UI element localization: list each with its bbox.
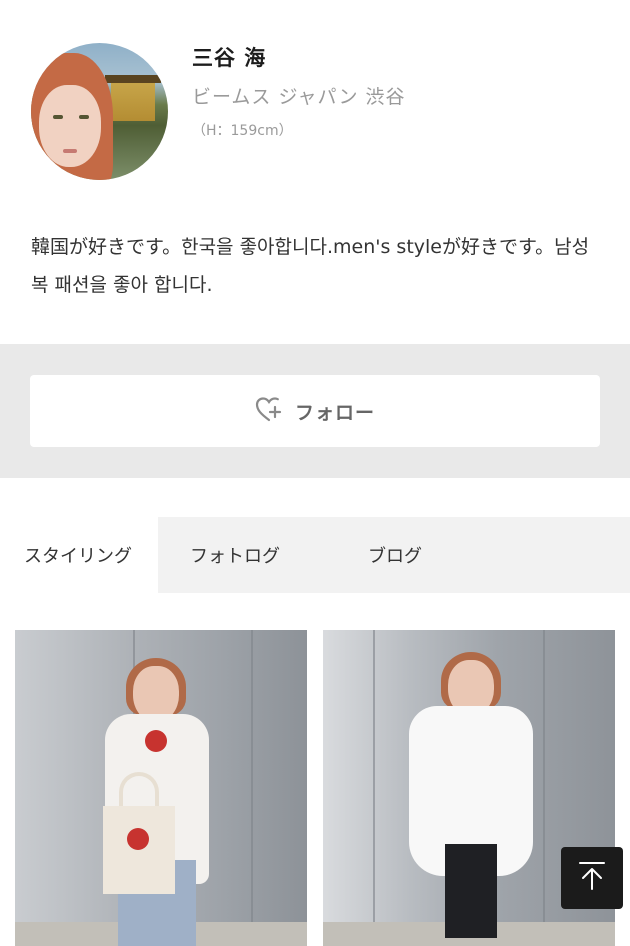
wall-seam — [543, 630, 545, 946]
shop-name[interactable]: ビームス ジャパン 渋谷 — [192, 82, 406, 109]
avatar[interactable] — [31, 43, 168, 180]
beams-logo-mark — [145, 730, 167, 752]
avatar-face — [39, 85, 101, 167]
model-pants — [445, 844, 497, 938]
follow-button[interactable]: フォロー — [30, 375, 600, 447]
avatar-background-temple — [105, 75, 161, 121]
staff-height: （H：159cm） — [192, 123, 293, 139]
tote-bag — [103, 806, 175, 894]
arrow-up-to-top-icon — [575, 859, 609, 897]
profile-bio: 韓国が好きです。한국을 좋아합니다.men's styleが好きです。남성복 패… — [31, 236, 590, 296]
staff-name: 三谷 海 — [192, 46, 267, 70]
content-tabs: スタイリング フォトログ ブログ — [0, 517, 630, 593]
tab-styling[interactable]: スタイリング — [0, 517, 158, 593]
avatar-eye-right — [79, 115, 89, 119]
tab-blog[interactable]: ブログ — [316, 517, 474, 593]
tab-photolog[interactable]: フォトログ — [158, 517, 316, 593]
follow-label: フォロー — [294, 401, 375, 424]
beams-logo-mark — [127, 828, 149, 850]
page: 三谷 海 ビームス ジャパン 渋谷 （H：159cm） 韓国が好きです。한국을 … — [0, 0, 630, 946]
tote-bag-handle — [119, 772, 159, 808]
follow-band: フォロー — [0, 344, 630, 478]
avatar-eye-left — [53, 115, 63, 119]
avatar-mouth — [63, 149, 77, 153]
wall-seam — [251, 630, 253, 946]
scroll-to-top-button[interactable] — [561, 847, 623, 909]
heart-plus-icon — [255, 396, 283, 426]
profile-section: 三谷 海 ビームス ジャパン 渋谷 （H：159cm） 韓国が好きです。한국을 … — [0, 0, 630, 344]
styling-card-1[interactable] — [15, 630, 307, 946]
wall-seam — [373, 630, 375, 946]
